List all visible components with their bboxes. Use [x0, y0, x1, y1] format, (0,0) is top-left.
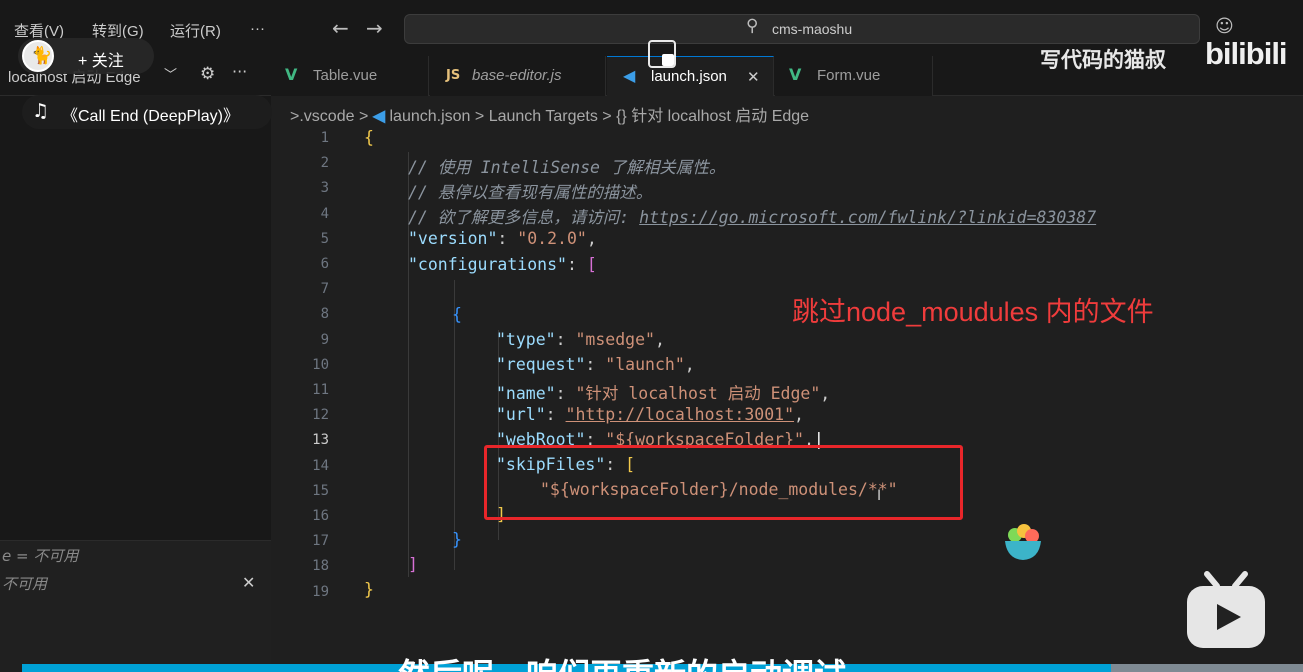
code-line-19: } [364, 580, 374, 599]
line-number: 6 [320, 256, 329, 272]
watermark-text: 写代码的猫叔 [1040, 49, 1166, 72]
docs-link[interactable]: https://go.microsoft.com/fwlink/?linkid=… [639, 208, 1096, 227]
vscode-file-icon: ◀ [372, 108, 386, 125]
debug-line: 不可用 [2, 575, 48, 593]
code-line-9: "type": "msedge", [496, 330, 665, 349]
js-file-icon: JS [446, 68, 461, 83]
pip-inner [662, 54, 674, 66]
breadcrumb-sep: > [602, 108, 612, 125]
line-number: 15 [312, 482, 329, 499]
code-line-6: "configurations": [ [408, 255, 597, 274]
json-key: "request" [496, 355, 586, 374]
line-number: 17 [312, 533, 329, 550]
line-number: 9 [320, 331, 329, 348]
json-value: "0.2.0" [517, 229, 587, 248]
music-note-icon: ♫ [32, 100, 50, 122]
json-key: "type" [496, 330, 556, 349]
close-icon[interactable]: ✕ [747, 68, 760, 86]
comment-text: // 欲了解更多信息，请访问: [408, 208, 640, 227]
tab-table-vue[interactable]: V Table.vue [271, 56, 429, 96]
line-number: 2 [320, 155, 329, 172]
line-number: 19 [312, 583, 329, 600]
search-icon: ⚲ [746, 16, 759, 36]
menu-more[interactable]: ··· [250, 20, 265, 37]
code-line-11: "name": "针对 localhost 启动 Edge", [496, 384, 831, 403]
copilot-icon[interactable]: ☺ [1215, 16, 1234, 37]
breadcrumb-folder[interactable]: .vscode [299, 108, 354, 125]
json-value: "针对 localhost 启动 Edge" [575, 384, 821, 403]
annotation-text: 跳过node_moudules 内的文件 [792, 297, 1154, 327]
line-number: 10 [312, 356, 329, 373]
breadcrumb: >.vscode > ◀ launch.json > Launch Target… [290, 102, 809, 126]
json-value: "http://localhost:3001" [565, 405, 795, 424]
line-number: 4 [320, 205, 329, 222]
json-value: "msedge" [575, 330, 655, 349]
breadcrumb-file[interactable]: launch.json [390, 108, 471, 125]
music-title: 《Call End (DeepPlay)》 [62, 108, 239, 125]
code-line-18: ] [408, 555, 418, 574]
gear-icon[interactable]: ⚙ [200, 64, 215, 84]
code-line-8: { [452, 305, 462, 324]
line-number: 3 [320, 180, 329, 197]
follow-label: + 关注 [78, 53, 124, 70]
code-line-2: // 使用 IntelliSense 了解相关属性。 [408, 158, 726, 177]
debug-line: e = 不可用 [2, 547, 79, 565]
json-key: "name" [496, 384, 556, 403]
tab-label: launch.json [651, 68, 727, 85]
vue-file-icon: V [285, 65, 298, 84]
line-number: 5 [320, 230, 329, 247]
line-number: 11 [312, 382, 329, 398]
chevron-down-icon[interactable]: ﹀ [164, 64, 177, 83]
json-key: "version" [408, 229, 498, 248]
menu-run[interactable]: 运行(R) [170, 20, 221, 41]
line-number: 1 [320, 130, 329, 146]
line-number: 8 [320, 306, 329, 323]
breadcrumb-config[interactable]: {} 针对 localhost 启动 Edge [616, 108, 809, 125]
code-line-3: // 悬停以查看现有属性的描述。 [408, 183, 653, 202]
breadcrumb-sep: > [358, 108, 369, 125]
tab-launch-json[interactable]: ◀ launch.json ✕ [607, 56, 774, 96]
json-key: "configurations" [408, 255, 567, 274]
highlight-box [484, 445, 963, 520]
text-cursor-icon: I [877, 488, 882, 504]
forward-arrow-icon[interactable]: → [366, 16, 383, 40]
code-line-12: "url": "http://localhost:3001", [496, 405, 804, 424]
vue-file-icon: V [789, 65, 802, 84]
more-icon[interactable]: ··· [232, 62, 247, 81]
close-icon[interactable]: ✕ [242, 573, 255, 592]
code-line-5: "version": "0.2.0", [408, 229, 597, 248]
line-number: 7 [320, 281, 329, 298]
line-number: 13 [312, 432, 329, 449]
back-arrow-icon[interactable]: ← [332, 16, 349, 40]
line-number: 14 [312, 457, 329, 474]
code-line-10: "request": "launch", [496, 355, 695, 374]
command-center-text: cms-maoshu [772, 21, 853, 37]
code-line-1: { [364, 128, 374, 147]
line-number: 12 [312, 407, 329, 424]
vscode-file-icon: ◀ [623, 66, 636, 85]
salad-bowl-icon [1005, 524, 1041, 560]
tab-label: Table.vue [313, 67, 378, 84]
subtitle: 然后呢，咱们再重新的启动调试 [398, 650, 846, 672]
tab-base-editor-js[interactable]: JS base-editor.js [430, 56, 606, 96]
tab-label: base-editor.js [472, 67, 562, 84]
line-number: 16 [312, 508, 329, 524]
bilibili-logo: bilibili [1205, 36, 1288, 71]
tab-label: Form.vue [817, 67, 881, 84]
line-number: 18 [312, 558, 329, 575]
breadcrumb-targets[interactable]: Launch Targets [489, 108, 598, 125]
breadcrumb-sep: > [474, 108, 485, 125]
code-line-17: } [452, 530, 462, 549]
bilibili-tv-icon[interactable] [1185, 570, 1267, 650]
cat-icon: 🐈 [31, 46, 53, 66]
breadcrumb-sep: > [290, 108, 300, 125]
json-value: "launch" [605, 355, 685, 374]
json-key: "url" [496, 405, 546, 424]
tab-form-vue[interactable]: V Form.vue [775, 56, 933, 96]
code-line-4: // 欲了解更多信息，请访问: https://go.microsoft.com… [408, 204, 1096, 228]
